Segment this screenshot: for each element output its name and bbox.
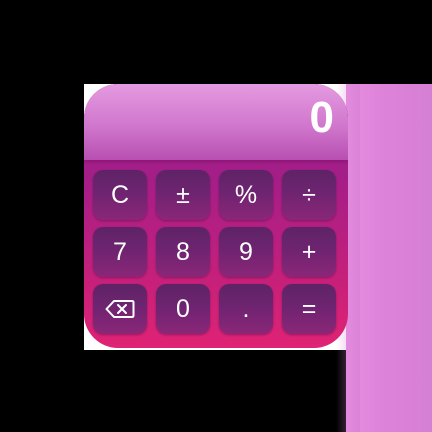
- calculator-app: 0 C ± % ÷ 7 8 9 + 0 . =: [84, 84, 348, 348]
- digit-7-label: 7: [113, 237, 127, 266]
- clear-button-label: C: [110, 180, 130, 209]
- percent-button-label: %: [234, 180, 258, 209]
- add-button-label: +: [301, 237, 317, 266]
- digit-0-label: 0: [176, 294, 190, 323]
- clear-button[interactable]: C: [93, 170, 147, 220]
- plus-minus-button[interactable]: ±: [156, 170, 210, 220]
- add-button[interactable]: +: [282, 227, 336, 277]
- backspace-button[interactable]: [93, 284, 147, 334]
- digit-9-label: 9: [239, 237, 253, 266]
- divide-button[interactable]: ÷: [282, 170, 336, 220]
- decimal-button[interactable]: .: [219, 284, 273, 334]
- plus-minus-button-label: ±: [176, 180, 190, 209]
- digit-9-button[interactable]: 9: [219, 227, 273, 277]
- digit-0-button[interactable]: 0: [156, 284, 210, 334]
- display-value: 0: [309, 93, 334, 142]
- backspace-icon: [105, 300, 135, 318]
- divide-button-label: ÷: [302, 180, 316, 209]
- digit-8-label: 8: [176, 237, 190, 266]
- equals-button[interactable]: =: [282, 284, 336, 334]
- digit-8-button[interactable]: 8: [156, 227, 210, 277]
- percent-button[interactable]: %: [219, 170, 273, 220]
- equals-button-label: =: [301, 294, 317, 323]
- digit-7-button[interactable]: 7: [93, 227, 147, 277]
- decimal-button-label: .: [242, 294, 250, 323]
- calculator-display: 0: [84, 84, 348, 160]
